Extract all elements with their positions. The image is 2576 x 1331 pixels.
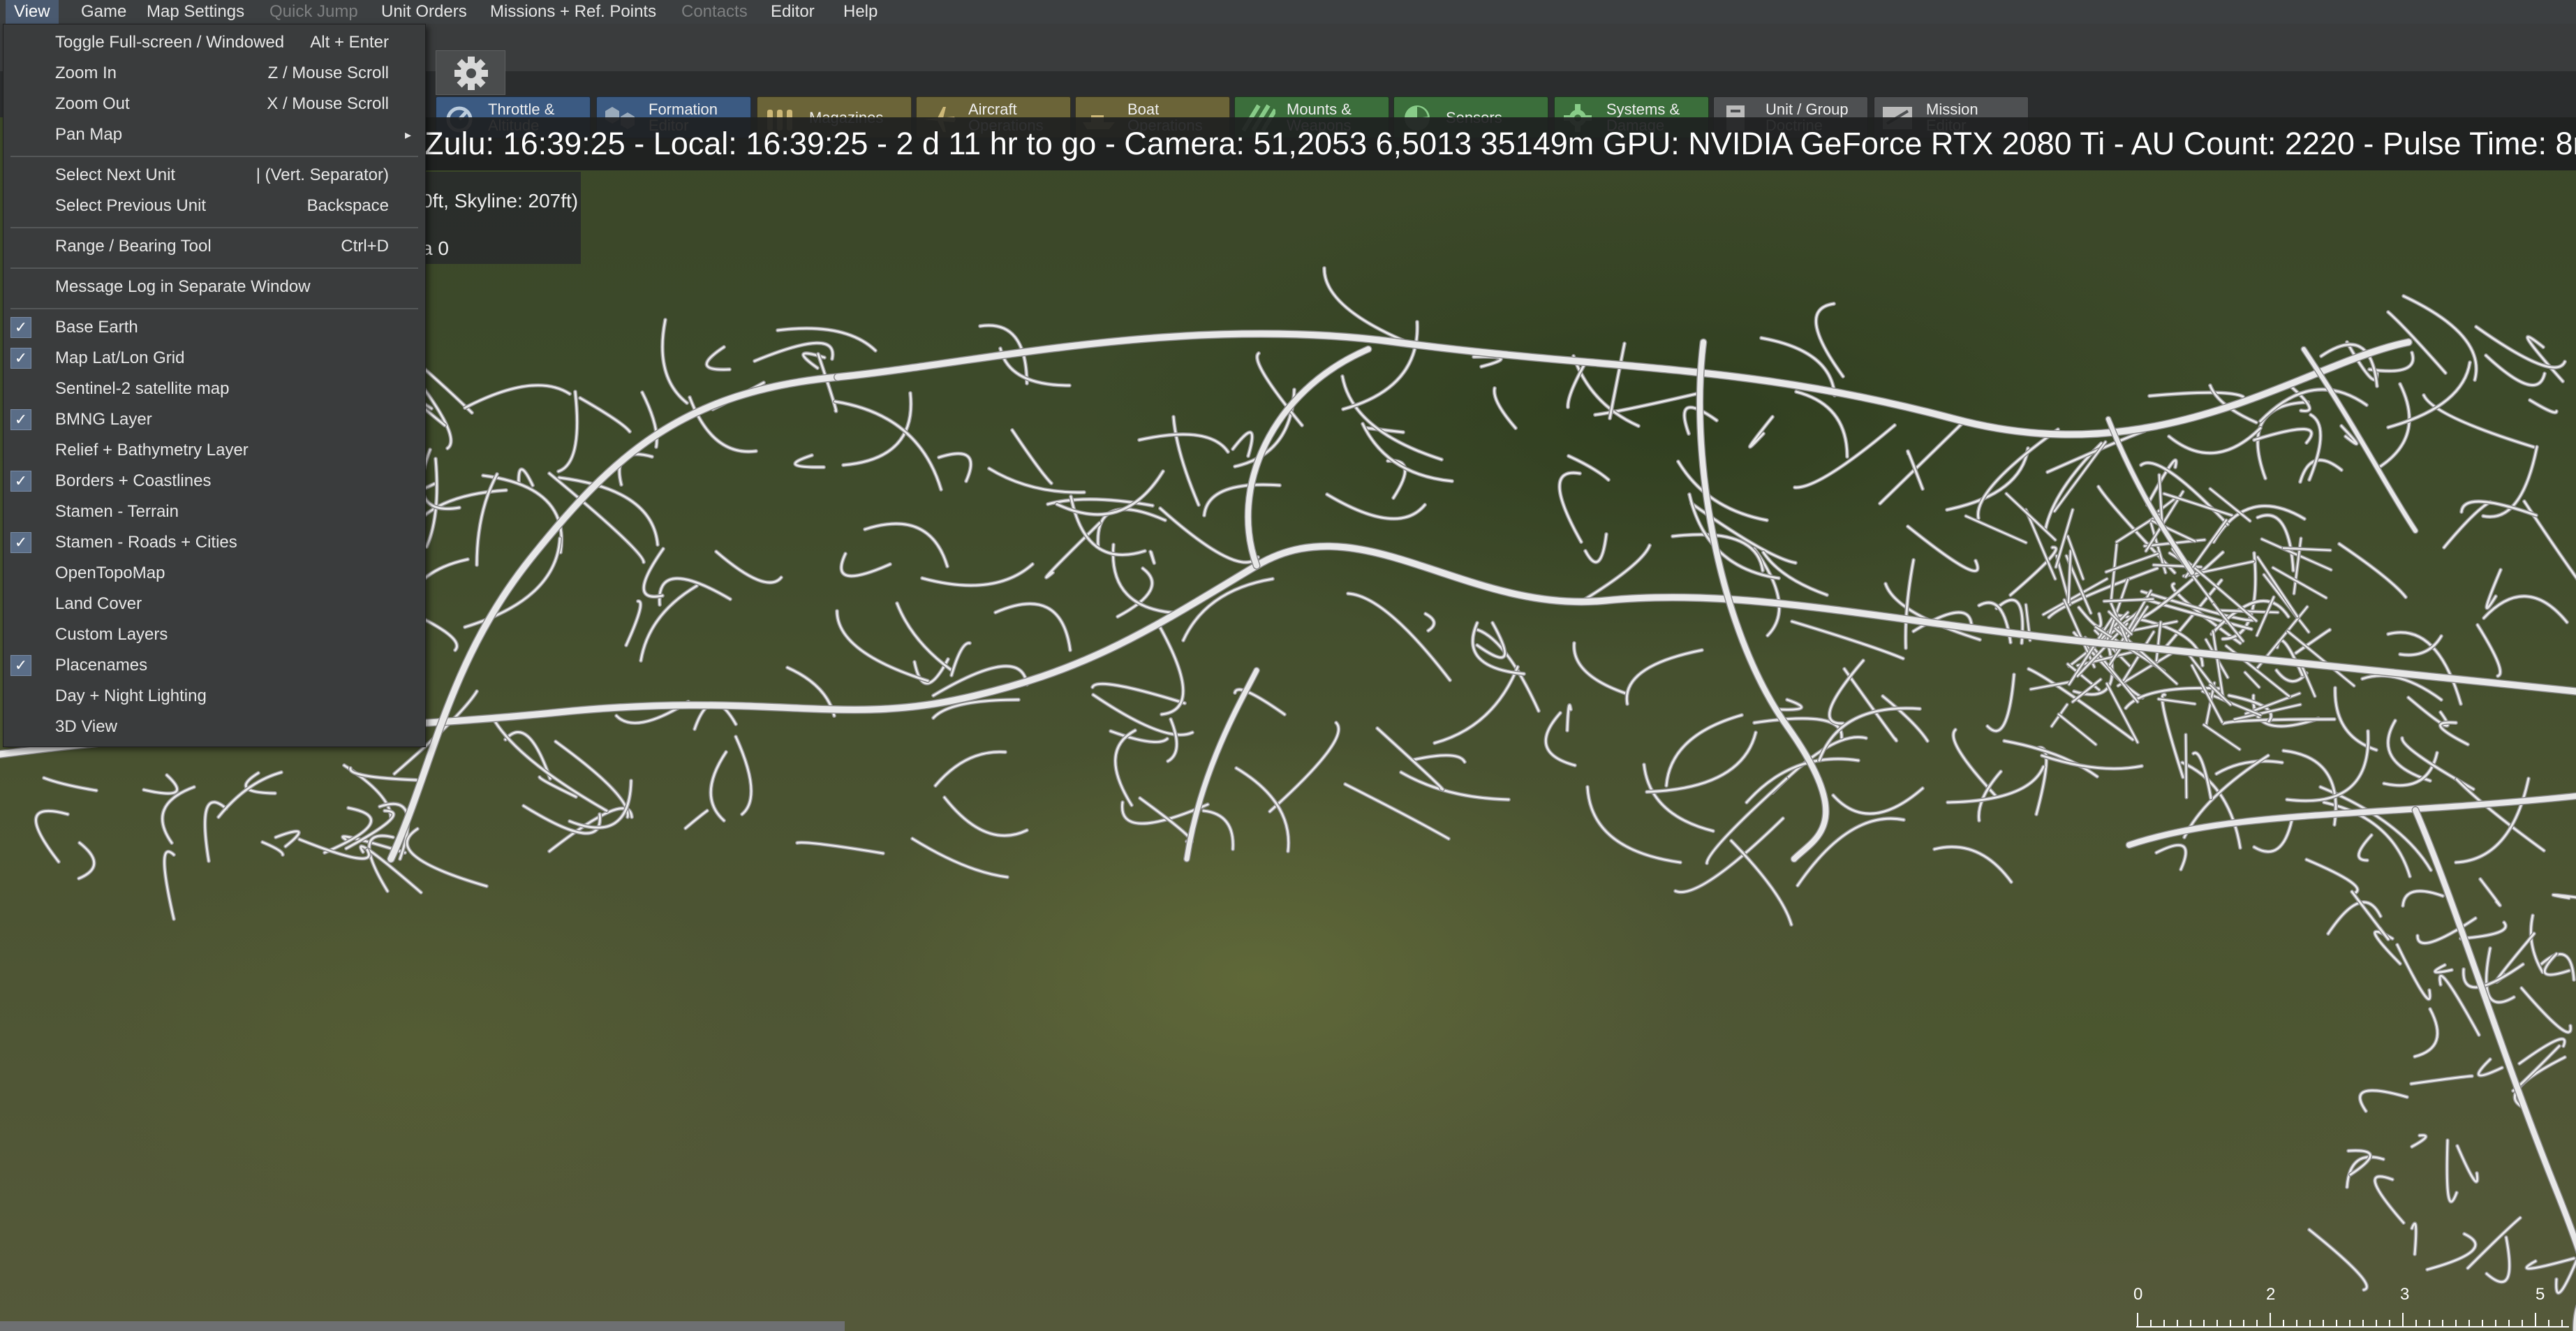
view-menu-item-pan-map[interactable]: Pan Map ▸: [3, 121, 425, 149]
view-menu-dropdown: Toggle Full-screen / Windowed Alt + Enter…: [3, 24, 426, 747]
label-line-1: Mounts &: [1287, 101, 1352, 118]
menu-item-label: Day + Night Lighting: [55, 686, 207, 705]
menu-item-label: Land Cover: [55, 594, 142, 613]
checkmark-icon: ✓: [10, 655, 31, 676]
view-menu-item-zoom-in[interactable]: Zoom In Z / Mouse Scroll: [3, 59, 425, 87]
label-line-1: Mission: [1926, 101, 1978, 118]
gear-icon: [454, 57, 488, 90]
menu-item-label: Borders + Coastlines: [55, 471, 212, 490]
view-menu-item-stamen-roads-cities[interactable]: ✓ Stamen - Roads + Cities: [3, 529, 425, 557]
checkmark-icon: ✓: [10, 409, 31, 430]
menu-item-label: Sentinel-2 satellite map: [55, 379, 230, 398]
menu-item-shortcut: Backspace: [306, 196, 389, 215]
menu-separator: [10, 308, 418, 309]
view-menu-item-3d-view[interactable]: 3D View: [3, 713, 425, 741]
menu-item-label: Relief + Bathymetry Layer: [55, 441, 249, 459]
view-menu-item-zoom-out[interactable]: Zoom Out X / Mouse Scroll: [3, 90, 425, 118]
menu-item-shortcut: Alt + Enter: [310, 33, 389, 52]
checkmark-icon: ✓: [10, 532, 31, 553]
menu-item-label: Message Log in Separate Window: [55, 277, 311, 296]
menu-item-label: Stamen - Terrain: [55, 502, 179, 521]
view-menu-item-opentopomap[interactable]: OpenTopoMap: [3, 559, 425, 587]
view-menu-item-custom-layers[interactable]: Custom Layers: [3, 621, 425, 649]
menubar: View Game Map Settings Quick Jump Unit Order…: [0, 0, 2576, 24]
label-line-1: Aircraft: [968, 101, 1017, 118]
menu-item-shortcut: Z / Mouse Scroll: [267, 64, 389, 82]
menu-item-label: Toggle Full-screen / Windowed: [55, 33, 285, 52]
view-menu-item-stamen-terrain[interactable]: Stamen - Terrain: [3, 498, 425, 526]
menu-item-label: Select Previous Unit: [55, 196, 207, 215]
view-menu-item-message-log-in-separate-window[interactable]: Message Log in Separate Window: [3, 273, 425, 301]
scale-label: 3: [2400, 1285, 2410, 1304]
view-menu-item-bmng-layer[interactable]: ✓ BMNG Layer: [3, 406, 425, 434]
menu-item-label: Map Lat/Lon Grid: [55, 348, 185, 367]
status-text: Zulu: 16:39:25 - Local: 16:39:25 - 2 d 1…: [424, 126, 2576, 161]
info-line-1: 0ft, Skyline: 207ft): [422, 190, 579, 212]
scale-label: 2: [2266, 1285, 2276, 1304]
scale-label: 5: [2536, 1285, 2545, 1304]
menu-item-label: Custom Layers: [55, 625, 168, 644]
label-line-1: Boat: [1127, 101, 1160, 118]
view-menu-item-base-earth[interactable]: ✓ Base Earth: [3, 314, 425, 341]
menu-item-label: Pan Map: [55, 125, 123, 144]
menu-unit-orders[interactable]: Unit Orders: [373, 0, 475, 24]
view-menu-item-land-cover[interactable]: Land Cover: [3, 590, 425, 618]
view-menu-item-select-next-unit[interactable]: Select Next Unit | (Vert. Separator): [3, 161, 425, 189]
settings-button[interactable]: [436, 50, 505, 95]
menu-contacts: Contacts: [681, 2, 748, 21]
view-menu-item-select-previous-unit[interactable]: Select Previous Unit Backspace: [3, 192, 425, 220]
menu-item-label: BMNG Layer: [55, 410, 152, 429]
menu-missions-ref-points[interactable]: Missions + Ref. Points: [482, 0, 665, 24]
menu-item-label: Zoom In: [55, 64, 117, 82]
scale-ruler: [2136, 1313, 2569, 1328]
menu-view[interactable]: View: [6, 0, 59, 24]
scale-bar: 0 2 3 5: [2122, 1285, 2576, 1331]
menu-item-shortcut: | (Vert. Separator): [256, 166, 389, 184]
menu-separator: [10, 267, 418, 269]
menu-editor[interactable]: Editor: [762, 0, 823, 24]
menu-item-label: Zoom Out: [55, 94, 130, 113]
menu-separator: [10, 227, 418, 228]
view-menu-item-placenames[interactable]: ✓ Placenames: [3, 652, 425, 679]
checkmark-icon: ✓: [10, 348, 31, 369]
menu-map-settings[interactable]: Map Settings: [138, 0, 253, 24]
menu-item-label: 3D View: [55, 717, 117, 736]
label-line-1: Throttle &: [488, 101, 555, 118]
menu-item-label: Stamen - Roads + Cities: [55, 533, 237, 552]
scale-label: 0: [2133, 1285, 2143, 1304]
label-line-1: Formation: [649, 101, 718, 118]
view-menu-item-relief-bathymetry-layer[interactable]: Relief + Bathymetry Layer: [3, 436, 425, 464]
menu-separator: [10, 156, 418, 157]
menu-item-label: Placenames: [55, 656, 148, 675]
view-menu-item-day-night-lighting[interactable]: Day + Night Lighting: [3, 682, 425, 710]
label-line-1: Unit / Group: [1766, 101, 1849, 118]
view-menu-item-toggle-full-screen-windowed[interactable]: Toggle Full-screen / Windowed Alt + Enter: [3, 29, 425, 57]
menu-item-label: Base Earth: [55, 318, 138, 337]
menu-game[interactable]: Game: [73, 0, 135, 24]
label-line-1: Systems &: [1606, 101, 1680, 118]
submenu-arrow-icon: ▸: [404, 128, 411, 142]
view-menu-item-sentinel-2-satellite-map[interactable]: Sentinel-2 satellite map: [3, 375, 425, 403]
menu-item-label: Select Next Unit: [55, 166, 176, 184]
view-menu-item-borders-coastlines[interactable]: ✓ Borders + Coastlines: [3, 467, 425, 495]
checkmark-icon: ✓: [10, 317, 31, 338]
status-bar: Zulu: 16:39:25 - Local: 16:39:25 - 2 d 1…: [419, 117, 2576, 170]
bottom-scroll-strip[interactable]: [0, 1321, 845, 1331]
menu-item-label: OpenTopoMap: [55, 564, 165, 582]
menu-item-label: Range / Bearing Tool: [55, 237, 212, 256]
menu-quick-jump: Quick Jump: [269, 2, 358, 21]
view-menu-item-range-bearing-tool[interactable]: Range / Bearing Tool Ctrl+D: [3, 233, 425, 260]
checkmark-icon: ✓: [10, 471, 31, 492]
menu-item-shortcut: Ctrl+D: [341, 237, 389, 256]
view-menu-item-map-lat-lon-grid[interactable]: ✓ Map Lat/Lon Grid: [3, 344, 425, 372]
menu-help[interactable]: Help: [835, 0, 886, 24]
menu-item-shortcut: X / Mouse Scroll: [267, 94, 389, 113]
